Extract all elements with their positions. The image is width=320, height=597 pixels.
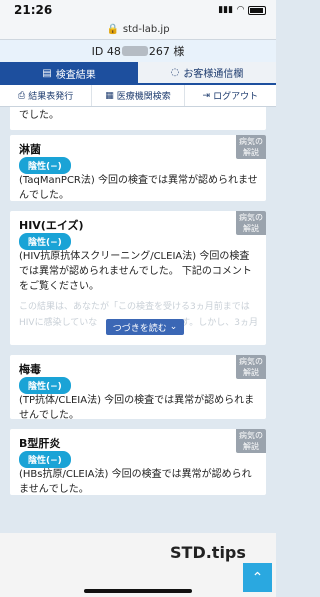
comment-line-2b: す。しかし、3ヵ月 — [181, 318, 258, 328]
tab-results[interactable]: ▤ 検査結果 — [0, 62, 138, 85]
results-list: でした。 淋菌 病気の解説 陰性(−) (TaqManPCR法) 今回の検査では… — [0, 107, 276, 547]
clipboard-icon: ▤ — [42, 68, 52, 79]
tab-messages-label: お客様通信欄 — [183, 69, 244, 80]
address-bar[interactable]: 🔒 std-lab.jp — [0, 20, 276, 40]
sub-navigation: ⎙ 結果表発行 ▦ 医療機関検索 ⇥ ログアウト — [0, 85, 276, 107]
result-desc: (HBs抗原/CLEIA法) 今回の検査では異常が認められませんでした。 — [19, 469, 252, 495]
comment-line-1: この結果は、あなたが「この検査を受ける3ヵ月前までは — [19, 302, 250, 312]
status-bar: 21:26 ▮▮▮ ◠ — [0, 0, 276, 20]
id-mask — [121, 46, 148, 56]
tab-messages[interactable]: ◌ お客様通信欄 — [138, 62, 276, 85]
logout-icon: ⇥ — [202, 90, 211, 101]
wifi-icon: ◠ — [237, 5, 244, 15]
card-title: HIV(エイズ) — [19, 219, 84, 232]
result-desc: (HIV抗原抗体スクリーニング/CLEIA法) 今回の検査では異常が認められませ… — [19, 251, 252, 292]
result-badge: 陰性(−) — [19, 233, 71, 250]
result-badge: 陰性(−) — [19, 377, 71, 394]
read-more-label: つづきを読む — [112, 323, 167, 334]
url-text: std-lab.jp — [122, 24, 170, 35]
user-id-suffix: 267 様 — [148, 45, 185, 58]
main-tabs: ▤ 検査結果 ◌ お客様通信欄 — [0, 62, 276, 85]
battery-icon — [248, 5, 266, 15]
user-id-prefix: ID 48 — [91, 44, 121, 58]
logout-label: ログアウト — [213, 92, 259, 102]
card-title: 淋菌 — [19, 143, 41, 156]
result-desc: (TP抗体/CLEIA法) 今回の検査では異常が認められませんでした。 — [19, 395, 255, 421]
result-badge: 陰性(−) — [19, 157, 71, 174]
status-icons: ▮▮▮ ◠ — [218, 5, 266, 15]
disease-info-button[interactable]: 病気の解説 — [236, 135, 266, 159]
footer: STD.tips ⌃ — [0, 533, 276, 597]
printer-icon: ⎙ — [18, 90, 26, 101]
site-logo[interactable]: STD.tips — [170, 543, 246, 562]
logout-button[interactable]: ⇥ ログアウト — [185, 85, 276, 106]
home-indicator — [84, 589, 192, 593]
disease-info-button[interactable]: 病気の解説 — [236, 211, 266, 235]
read-more-button[interactable]: つづきを読む ⌄ — [106, 319, 184, 335]
disease-info-button[interactable]: 病気の解説 — [236, 429, 266, 453]
chat-icon: ◌ — [170, 67, 180, 78]
card-title: B型肝炎 — [19, 437, 61, 450]
card-title: 梅毒 — [19, 363, 41, 376]
chevron-down-icon: ⌄ — [169, 322, 178, 332]
result-card-gonorrhea: 淋菌 病気の解説 陰性(−) (TaqManPCR法) 今回の検査では異常が認め… — [10, 135, 266, 201]
lock-icon: 🔒 — [106, 24, 119, 35]
result-card-hepatitis-b: B型肝炎 病気の解説 陰性(−) (HBs抗原/CLEIA法) 今回の検査では異… — [10, 429, 266, 495]
user-id-bar: ID 48 267 様 — [0, 40, 276, 62]
result-card-partial: でした。 — [10, 107, 266, 130]
clinic-search-button[interactable]: ▦ 医療機関検索 — [92, 85, 185, 106]
result-card-hiv: HIV(エイズ) 病気の解説 陰性(−) (HIV抗原抗体スクリーニング/CLE… — [10, 211, 266, 345]
status-time: 21:26 — [14, 3, 53, 17]
signal-icon: ▮▮▮ — [218, 5, 234, 15]
scroll-to-top-button[interactable]: ⌃ — [243, 563, 272, 592]
issue-report-button[interactable]: ⎙ 結果表発行 — [0, 85, 93, 106]
result-badge: 陰性(−) — [19, 451, 71, 468]
comment-line-2a: HIVに感染していな — [19, 318, 98, 328]
result-desc: (TaqManPCR法) 今回の検査では異常が認められませんでした。 — [19, 175, 258, 201]
disease-info-button[interactable]: 病気の解説 — [236, 355, 266, 379]
issue-report-label: 結果表発行 — [28, 92, 74, 102]
hospital-icon: ▦ — [105, 90, 114, 101]
partial-desc: でした。 — [19, 110, 59, 121]
result-card-syphilis: 梅毒 病気の解説 陰性(−) (TP抗体/CLEIA法) 今回の検査では異常が認… — [10, 355, 266, 421]
chevron-up-icon: ⌃ — [251, 569, 264, 586]
clinic-search-label: 医療機関検索 — [116, 92, 171, 102]
tab-results-label: 検査結果 — [55, 70, 96, 81]
